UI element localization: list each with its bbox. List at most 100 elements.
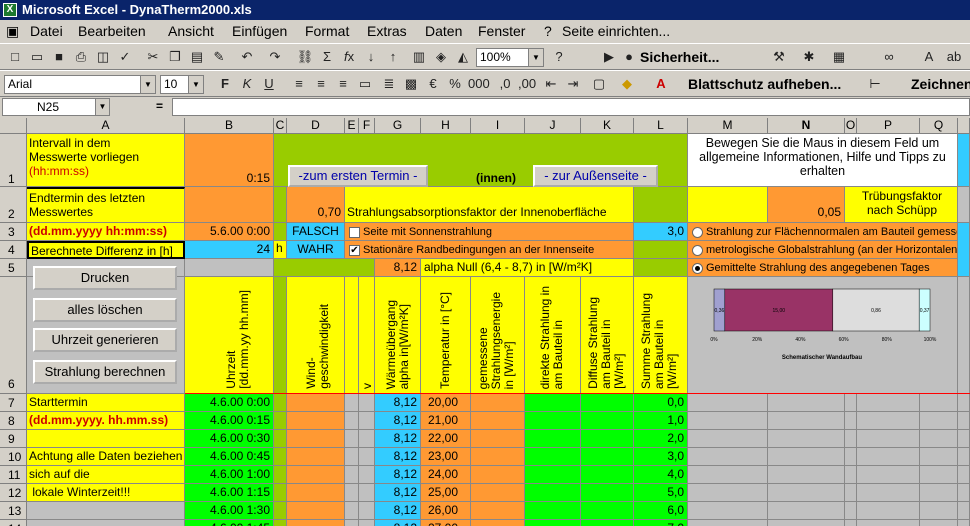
col-h[interactable]: H bbox=[421, 118, 471, 134]
map-icon[interactable]: ◈ bbox=[432, 48, 450, 66]
cell-a13[interactable] bbox=[27, 502, 185, 520]
row-8[interactable]: 8 bbox=[0, 412, 27, 430]
table-cell[interactable] bbox=[581, 430, 634, 448]
cell-b4[interactable]: 24 bbox=[185, 241, 274, 259]
table-cell[interactable] bbox=[768, 502, 845, 520]
table-cell[interactable] bbox=[359, 430, 375, 448]
table-cell[interactable] bbox=[287, 448, 345, 466]
col-c[interactable]: C bbox=[274, 118, 287, 134]
cell-b5[interactable] bbox=[185, 259, 274, 277]
col-b[interactable]: B bbox=[185, 118, 274, 134]
sort-asc-icon[interactable]: ↓ bbox=[362, 48, 380, 66]
col-g[interactable]: G bbox=[375, 118, 421, 134]
cell-g5[interactable]: 8,12 bbox=[375, 259, 421, 277]
row-6[interactable]: 6 bbox=[0, 277, 27, 394]
table-cell[interactable] bbox=[525, 484, 581, 502]
row-14[interactable]: 14 bbox=[0, 520, 27, 526]
row-11[interactable]: 11 bbox=[0, 466, 27, 484]
table-cell[interactable] bbox=[958, 394, 970, 412]
tools-icon[interactable]: ⚒ bbox=[770, 48, 788, 66]
sicherheit-button[interactable]: Sicherheit... bbox=[640, 48, 719, 66]
table-cell[interactable] bbox=[525, 430, 581, 448]
table-cell[interactable] bbox=[359, 484, 375, 502]
open-icon[interactable]: ▭ bbox=[28, 48, 46, 66]
play-icon[interactable]: ▶ bbox=[600, 48, 618, 66]
cell-a3[interactable]: (dd.mm.yyyy hh:mm:ss) bbox=[27, 223, 185, 241]
wandaufbau-chart-area[interactable]: 0,36 15,00 0,86 0,37 0% 20% 40% 60% 80% 100% Schem… bbox=[688, 277, 958, 394]
font-color-icon[interactable]: A bbox=[652, 75, 670, 93]
redo-icon[interactable]: ↷ bbox=[266, 48, 284, 66]
chart-wizard-icon[interactable]: ▥ bbox=[410, 48, 428, 66]
table-cell[interactable] bbox=[471, 448, 525, 466]
alles-loeschen-button[interactable]: alles löschen bbox=[33, 298, 177, 322]
col-e[interactable]: E bbox=[345, 118, 359, 134]
align-center-icon[interactable]: ≡ bbox=[312, 75, 330, 93]
time-cell[interactable]: 4.6.00 1:15 bbox=[185, 484, 274, 502]
table-cell[interactable] bbox=[359, 466, 375, 484]
merge-icon[interactable]: ▭ bbox=[356, 75, 374, 93]
table-cell[interactable] bbox=[768, 520, 845, 526]
table-cell[interactable] bbox=[768, 448, 845, 466]
radio-globalstrahlung[interactable]: metrologische Globalstrahlung (an der Ho… bbox=[688, 241, 958, 259]
blattschutz-button[interactable]: Blattschutz aufheben... bbox=[688, 75, 841, 93]
table-cell[interactable] bbox=[768, 484, 845, 502]
cell-l6[interactable]: Summe Strahlung am Bauteil in [W/m²] bbox=[634, 277, 688, 394]
table-cell[interactable] bbox=[359, 412, 375, 430]
temperature-cell[interactable]: 20,00 bbox=[421, 394, 471, 412]
row-7[interactable]: 7 bbox=[0, 394, 27, 412]
cell-i6[interactable]: gemessene Strahlungsenergie in [W/m²] bbox=[471, 277, 525, 394]
cell-e6[interactable] bbox=[345, 277, 359, 394]
zum-ersten-termin-button[interactable]: -zum ersten Termin - bbox=[288, 165, 428, 187]
uhrzeit-generieren-button[interactable]: Uhrzeit generieren bbox=[33, 328, 177, 352]
cell-m2[interactable] bbox=[688, 187, 768, 223]
table-cell[interactable] bbox=[688, 412, 768, 430]
spellcheck-icon[interactable]: ✓ bbox=[116, 48, 134, 66]
table-cell[interactable] bbox=[920, 484, 958, 502]
cell-h5[interactable]: alpha Null (6,4 - 8,7) in [W/m²K] bbox=[421, 259, 634, 277]
cell-a10[interactable]: Achtung alle Daten beziehen bbox=[27, 448, 185, 466]
table-cell[interactable] bbox=[920, 502, 958, 520]
fill-color-icon[interactable]: ◆ bbox=[618, 75, 636, 93]
cell-d6[interactable]: Wind- geschwindigkeit bbox=[287, 277, 345, 394]
time-cell[interactable]: 4.6.00 1:30 bbox=[185, 502, 274, 520]
decrease-decimal-icon[interactable]: ,00 bbox=[518, 75, 536, 93]
col-r[interactable] bbox=[958, 118, 970, 134]
table-cell[interactable] bbox=[920, 466, 958, 484]
table-cell[interactable] bbox=[857, 466, 920, 484]
table-cell[interactable] bbox=[768, 466, 845, 484]
table-cell[interactable] bbox=[471, 430, 525, 448]
cell-l3[interactable]: 3,0 bbox=[634, 223, 688, 241]
table-cell[interactable] bbox=[525, 412, 581, 430]
link-icon[interactable]: ∞ bbox=[880, 48, 898, 66]
cell-b3[interactable]: 5.6.00 0:00 bbox=[185, 223, 274, 241]
cell-b2[interactable] bbox=[185, 187, 274, 223]
table-cell[interactable] bbox=[274, 520, 287, 526]
table-cell[interactable] bbox=[274, 484, 287, 502]
cell-f6[interactable]: v bbox=[359, 277, 375, 394]
wizard-icon[interactable]: ✱ bbox=[800, 48, 818, 66]
sonnenstrahlung-checkbox[interactable]: Seite mit Sonnenstrahlung bbox=[345, 223, 634, 241]
cell-r2[interactable] bbox=[958, 187, 970, 223]
alpha-cell[interactable]: 8,12 bbox=[375, 394, 421, 412]
table-cell[interactable] bbox=[920, 394, 958, 412]
cell-r1[interactable] bbox=[958, 134, 970, 187]
table-cell[interactable] bbox=[274, 466, 287, 484]
table-cell[interactable] bbox=[857, 502, 920, 520]
table-cell[interactable] bbox=[345, 484, 359, 502]
table-cell[interactable] bbox=[525, 394, 581, 412]
cell-r6[interactable] bbox=[958, 277, 970, 394]
cut-icon[interactable]: ✂ bbox=[144, 48, 162, 66]
radio-gemittelt[interactable]: Gemittelte Strahlung des angegebenen Tag… bbox=[688, 259, 958, 277]
borders-icon[interactable]: ▢ bbox=[590, 75, 608, 93]
temperature-cell[interactable]: 24,00 bbox=[421, 466, 471, 484]
strahlung-berechnen-button[interactable]: Strahlung berechnen bbox=[33, 360, 177, 384]
table-cell[interactable] bbox=[525, 448, 581, 466]
formula-input[interactable] bbox=[172, 98, 970, 116]
table-cell[interactable] bbox=[920, 412, 958, 430]
drawing-icon[interactable]: ◭ bbox=[454, 48, 472, 66]
autosum-icon[interactable]: Σ bbox=[318, 48, 336, 66]
sum-radiation-cell[interactable]: 0,0 bbox=[634, 394, 688, 412]
table-cell[interactable] bbox=[845, 466, 857, 484]
zur-aussenseite-button[interactable]: - zur Außenseite - bbox=[533, 165, 658, 187]
table-cell[interactable] bbox=[958, 448, 970, 466]
